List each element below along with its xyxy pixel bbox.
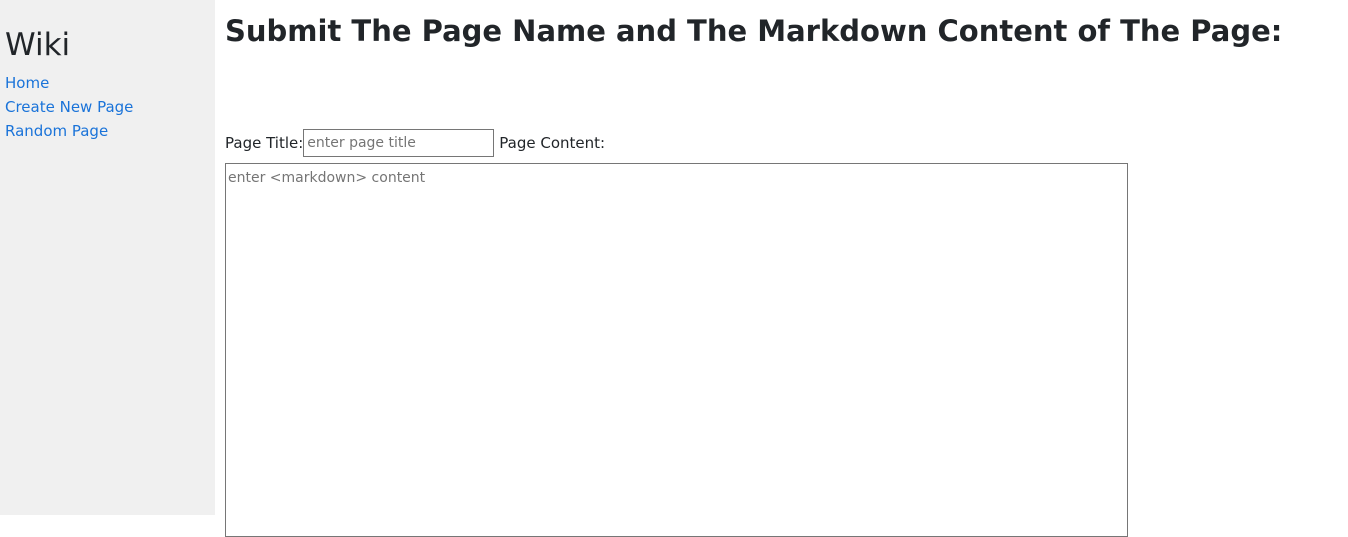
nav-link-create-new-page[interactable]: Create New Page (5, 97, 133, 117)
sidebar: Wiki Home Create New Page Random Page (0, 0, 215, 515)
nav-link-random-page[interactable]: Random Page (5, 121, 108, 141)
site-title: Wiki (5, 27, 71, 63)
main-content: Submit The Page Name and The Markdown Co… (225, 0, 1335, 537)
page-heading: Submit The Page Name and The Markdown Co… (225, 14, 1283, 48)
page-title-label: Page Title: (225, 134, 304, 152)
page-content-textarea[interactable] (225, 163, 1128, 537)
nav-link-home[interactable]: Home (5, 73, 49, 93)
page-content-label: Page Content: (499, 134, 606, 152)
title-form-row: Page Title: Page Content: (225, 128, 605, 158)
page-title-input[interactable] (303, 129, 495, 157)
